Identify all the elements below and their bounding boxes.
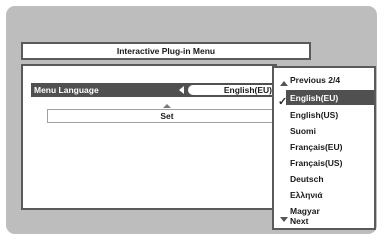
dropdown-item-label: Ελληνιά <box>290 189 323 200</box>
menu-language-row[interactable]: Menu Language English(EU) <box>31 83 274 97</box>
left-arrow-icon[interactable] <box>179 86 184 94</box>
dropdown-item-suomi[interactable]: Suomi <box>274 123 374 138</box>
up-arrow-icon <box>163 104 171 108</box>
settings-panel: Menu Language English(EU) Set <box>21 64 287 210</box>
previous-page-option[interactable]: Previous 2/4 <box>274 72 374 87</box>
dropdown-item-francais-eu[interactable]: Français(EU) <box>274 139 374 154</box>
previous-page-label: Previous 2/4 <box>290 74 341 85</box>
menu-title-bar: Interactive Plug-in Menu <box>21 42 311 60</box>
dropdown-item-label: English(US) <box>290 109 339 120</box>
dropdown-item-label: Français(EU) <box>290 141 343 152</box>
language-dropdown[interactable]: Previous 2/4 ✓ English(EU) English(US) S… <box>272 66 376 230</box>
dropdown-item-english-eu[interactable]: English(EU) <box>286 90 374 105</box>
next-page-label: Next <box>290 215 309 226</box>
dropdown-item-english-us[interactable]: English(US) <box>274 107 374 122</box>
dropdown-item-label: English(EU) <box>290 92 339 103</box>
dropdown-item-label: Français(US) <box>290 157 343 168</box>
dropdown-item-greek[interactable]: Ελληνιά <box>274 187 374 202</box>
menu-title: Interactive Plug-in Menu <box>116 46 216 56</box>
menu-language-label: Menu Language <box>34 85 99 95</box>
dropdown-item-deutsch[interactable]: Deutsch <box>274 171 374 186</box>
set-button[interactable]: Set <box>47 109 287 123</box>
menu-language-value[interactable]: English(EU) <box>188 85 274 95</box>
dropdown-item-label: Deutsch <box>290 173 324 184</box>
set-button-label: Set <box>160 111 174 121</box>
dropdown-item-francais-us[interactable]: Français(US) <box>274 155 374 170</box>
next-page-option[interactable]: Next <box>274 213 374 228</box>
dropdown-item-label: Suomi <box>290 125 316 136</box>
